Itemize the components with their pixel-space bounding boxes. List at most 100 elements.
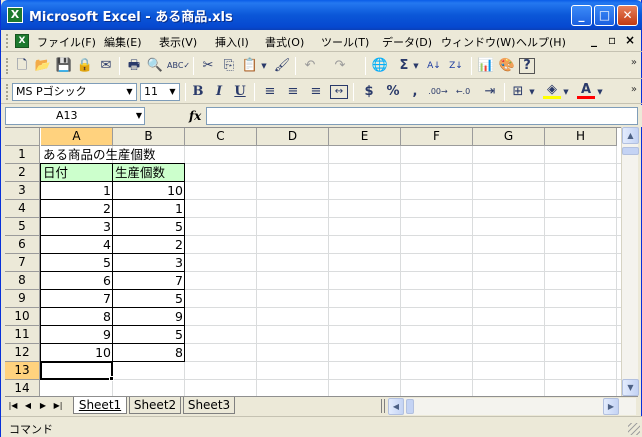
fill-color-dropdown-icon[interactable]: ▼ [561,83,571,101]
indent-icon[interactable]: ⇥ [481,83,499,101]
menu-window[interactable]: ウィンドウ(W) [441,34,515,50]
row-header-7[interactable]: 7 [5,254,40,272]
undo-icon[interactable]: ↶ [301,57,319,75]
workbook-icon[interactable]: X [15,34,29,48]
chevron-down-icon[interactable]: ▼ [166,84,179,100]
align-center-icon[interactable]: ≡ [284,83,302,101]
print-icon[interactable]: 🖶 [125,57,143,75]
column-header-d[interactable]: D [257,128,329,146]
column-header-f[interactable]: F [401,128,473,146]
comma-button[interactable]: , [406,83,424,101]
bold-button[interactable]: B [189,83,207,101]
sort-ascending-icon[interactable]: A↓ [425,57,443,75]
toolbar-grip[interactable] [6,58,9,74]
column-header-b[interactable]: B [113,128,185,146]
cell-a6[interactable]: 4 [41,236,113,254]
underline-button[interactable]: U [231,83,249,101]
cell-a8[interactable]: 6 [41,272,113,290]
scroll-right-icon[interactable]: ▶ [603,398,619,415]
maximize-button[interactable]: □ [594,5,615,26]
row-header-14[interactable]: 14 [5,380,40,396]
tab-sheet1[interactable]: Sheet1 [73,397,127,414]
merge-center-icon[interactable]: ↔ [330,85,348,99]
italic-button[interactable]: I [210,83,228,101]
chevron-down-icon[interactable]: ▼ [123,84,136,100]
cell-a5[interactable]: 3 [41,218,113,236]
toolbar-options-icon[interactable]: » [631,57,637,68]
print-preview-icon[interactable]: 🔍 [146,57,164,75]
menu-data[interactable]: データ(D) [382,34,432,50]
scroll-down-icon[interactable]: ▼ [622,379,639,396]
row-header-2[interactable]: 2 [5,164,40,182]
font-color-dropdown-icon[interactable]: ▼ [595,83,605,101]
tab-sheet2[interactable]: Sheet2 [129,397,181,414]
vertical-scrollbar[interactable]: ▲ ▼ [621,127,639,396]
prev-sheet-icon[interactable]: ◀ [22,399,34,413]
row-header-6[interactable]: 6 [5,236,40,254]
cell-a4[interactable]: 2 [41,200,113,218]
cell-b6[interactable]: 2 [113,236,185,254]
cell-b5[interactable]: 5 [113,218,185,236]
redo-icon[interactable]: ↷ [331,57,349,75]
column-header-e[interactable]: E [329,128,401,146]
paste-icon[interactable]: 📋 [241,57,259,75]
toolbar-options-icon[interactable]: » [631,84,637,95]
cell-b2[interactable]: 生産個数 [113,164,185,182]
menu-insert[interactable]: 挿入(I) [215,34,249,50]
doc-restore-button[interactable]: ▫ [608,33,616,47]
fill-color-icon[interactable]: ◈ [543,83,561,99]
menu-edit[interactable]: 編集(E) [104,34,142,50]
row-header-12[interactable]: 12 [5,344,40,362]
drawing-icon[interactable]: 🎨 [498,57,516,75]
row-header-3[interactable]: 3 [5,182,40,200]
cell-b3[interactable]: 10 [113,182,185,200]
new-icon[interactable]: 🗋 [13,57,31,75]
font-name-select[interactable]: MS Pゴシック ▼ [12,83,137,101]
format-painter-icon[interactable]: 🖌 [273,57,291,75]
excel-app-icon[interactable]: X [7,7,23,23]
percent-button[interactable]: % [384,83,402,101]
worksheet-grid[interactable]: ABCDEFGH 1 2 3 4 5 6 7 8 9 10 11 12 13 14 ある商品の生産個数 日付… [5,127,621,396]
menu-tools[interactable]: ツール(T) [321,34,369,50]
copy-icon[interactable]: ⎘ [220,57,238,75]
horizontal-scroll-thumb[interactable] [406,399,414,414]
tab-sheet3[interactable]: Sheet3 [183,397,235,414]
cell-a12[interactable]: 10 [41,344,113,362]
cut-icon[interactable]: ✂ [199,57,217,75]
open-icon[interactable]: 📂 [34,57,52,75]
cell-a10[interactable]: 8 [41,308,113,326]
row-header-1[interactable]: 1 [5,146,40,164]
column-header-h[interactable]: H [545,128,617,146]
borders-dropdown-icon[interactable]: ▼ [527,83,537,101]
doc-minimize-button[interactable]: _ [591,33,597,47]
increase-decimal-button[interactable]: .00→ [427,83,449,101]
name-box[interactable]: A13 ▼ [5,107,145,125]
cell-a3[interactable]: 1 [41,182,113,200]
save-icon[interactable]: 💾 [55,57,73,75]
row-header-4[interactable]: 4 [5,200,40,218]
row-header-11[interactable]: 11 [5,326,40,344]
active-cell[interactable] [40,361,113,380]
font-size-select[interactable]: 11 ▼ [140,83,180,101]
cell-a9[interactable]: 7 [41,290,113,308]
paste-dropdown-icon[interactable]: ▼ [259,57,269,75]
insert-function-icon[interactable]: fx [189,109,201,123]
toolbar-grip[interactable] [6,84,9,100]
scroll-left-icon[interactable]: ◀ [388,398,404,415]
sort-descending-icon[interactable]: Z↓ [447,57,465,75]
row-header-5[interactable]: 5 [5,218,40,236]
permission-icon[interactable]: 🔒 [76,57,94,75]
resize-grip-icon[interactable] [628,423,640,435]
row-header-9[interactable]: 9 [5,290,40,308]
hyperlink-icon[interactable]: 🌐 [371,57,389,75]
cell-b8[interactable]: 7 [113,272,185,290]
cell-b11[interactable]: 5 [113,326,185,344]
decrease-decimal-button[interactable]: ←.0 [452,83,474,101]
minimize-button[interactable]: _ [571,5,592,26]
cell-b10[interactable]: 9 [113,308,185,326]
cell-b12[interactable]: 8 [113,344,185,362]
cell-b7[interactable]: 3 [113,254,185,272]
fill-handle[interactable] [109,376,114,381]
tab-split-handle[interactable] [381,399,385,413]
cell-b4[interactable]: 1 [113,200,185,218]
